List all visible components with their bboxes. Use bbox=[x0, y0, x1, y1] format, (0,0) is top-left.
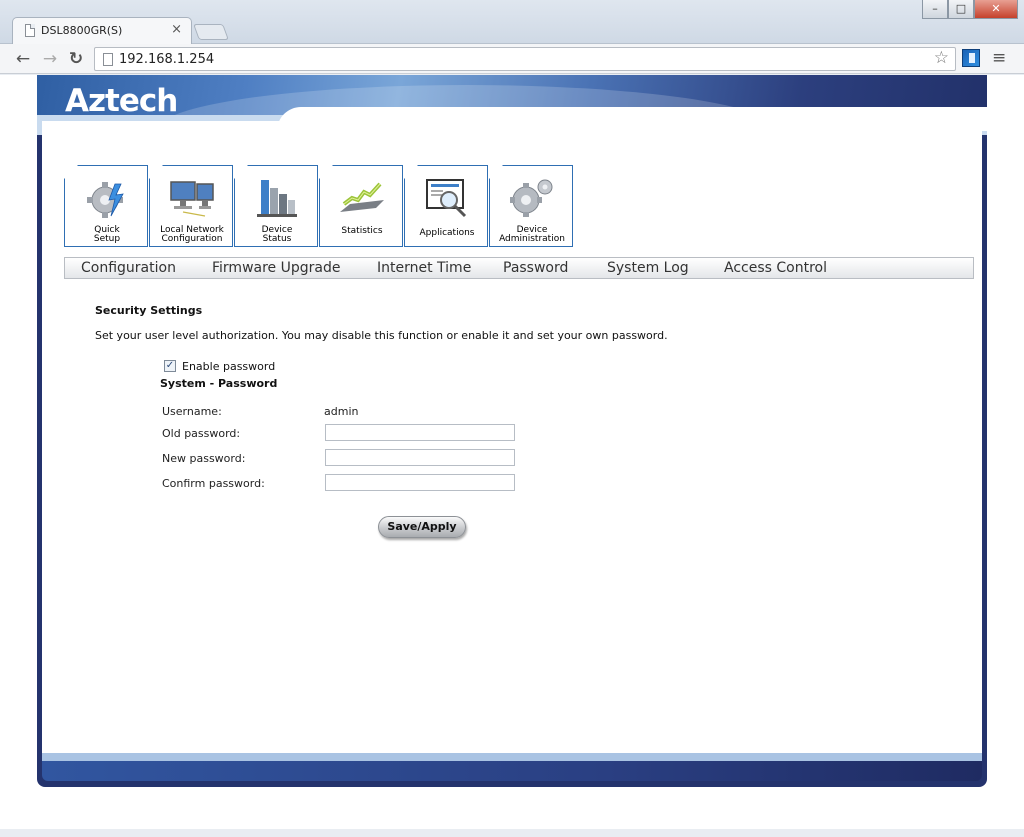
magnifier-screen-icon bbox=[426, 179, 467, 218]
close-window-button[interactable]: ✕ bbox=[974, 0, 1018, 19]
submenu-configuration[interactable]: Configuration bbox=[81, 260, 176, 276]
save-apply-button[interactable]: Save/Apply bbox=[378, 516, 466, 538]
sub-menu-bar: Configuration Firmware Upgrade Internet … bbox=[64, 257, 974, 279]
close-tab-icon[interactable]: × bbox=[171, 22, 182, 37]
browser-menu-icon[interactable]: ≡ bbox=[992, 48, 1006, 68]
enable-password-label: Enable password bbox=[182, 360, 276, 373]
browser-toolbar: ← → ↻ 192.168.1.254 ☆ ≡ bbox=[0, 44, 1024, 74]
forward-arrow-icon[interactable]: → bbox=[39, 48, 61, 70]
page-viewport: Aztech Quick Setup Local Network Configu… bbox=[0, 75, 1024, 829]
gear-lightning-icon bbox=[87, 182, 124, 218]
tile-label: Quick Setup bbox=[93, 225, 121, 244]
gears-icon bbox=[510, 179, 553, 217]
new-password-label: New password: bbox=[162, 452, 246, 465]
menu-tile-statistics[interactable]: Statistics bbox=[319, 165, 403, 247]
username-label: Username: bbox=[162, 405, 222, 418]
submenu-password[interactable]: Password bbox=[503, 260, 568, 276]
browser-titlebar: DSL8800GR(S) × – □ ✕ bbox=[0, 0, 1024, 44]
back-arrow-icon[interactable]: ← bbox=[12, 48, 34, 70]
tile-label: Applications bbox=[419, 228, 475, 238]
confirm-password-input[interactable] bbox=[325, 474, 515, 491]
submenu-system-log[interactable]: System Log bbox=[607, 260, 689, 276]
submenu-access-control[interactable]: Access Control bbox=[724, 260, 827, 276]
minimize-button[interactable]: – bbox=[922, 0, 948, 19]
aztech-logo: Aztech bbox=[65, 83, 178, 119]
confirm-password-label: Confirm password: bbox=[162, 477, 265, 490]
menu-tile-applications[interactable]: Applications bbox=[404, 165, 488, 247]
menu-tile-device-administration[interactable]: Device Administration bbox=[489, 165, 573, 247]
page-icon bbox=[25, 24, 35, 37]
old-password-label: Old password: bbox=[162, 427, 241, 440]
system-password-title: System - Password bbox=[160, 377, 278, 390]
browser-tab[interactable]: DSL8800GR(S) × bbox=[12, 17, 192, 44]
tile-label: Statistics bbox=[341, 226, 383, 236]
section-title: Security Settings bbox=[95, 304, 203, 317]
bookmark-star-icon[interactable]: ☆ bbox=[934, 48, 949, 68]
menu-tile-local-network[interactable]: Local Network Configuration bbox=[149, 165, 233, 247]
maximize-button[interactable]: □ bbox=[948, 0, 974, 19]
extension-icon[interactable] bbox=[962, 49, 980, 67]
new-tab-button[interactable] bbox=[193, 24, 229, 40]
footer-band bbox=[42, 761, 982, 781]
tile-label: Device Administration bbox=[499, 225, 565, 244]
submenu-internet-time[interactable]: Internet Time bbox=[377, 260, 471, 276]
new-password-input[interactable] bbox=[325, 449, 515, 466]
content-area: QuickSetup Local NetworkConfiguration bbox=[42, 121, 982, 753]
menu-tile-quick-setup[interactable]: Quick Setup bbox=[64, 165, 148, 247]
tile-label: Local Network Configuration bbox=[160, 225, 224, 244]
window-controls: – □ ✕ bbox=[922, 0, 1018, 19]
tile-label: Device Status bbox=[261, 225, 293, 244]
router-frame: Aztech Quick Setup Local Network Configu… bbox=[37, 75, 997, 787]
page-icon bbox=[103, 53, 113, 66]
submenu-firmware-upgrade[interactable]: Firmware Upgrade bbox=[212, 260, 340, 276]
old-password-input[interactable] bbox=[325, 424, 515, 441]
window-bottom-edge bbox=[0, 829, 1024, 837]
buildings-chart-icon bbox=[257, 180, 297, 217]
address-bar[interactable]: 192.168.1.254 ☆ bbox=[94, 47, 956, 71]
username-value: admin bbox=[324, 405, 359, 418]
monitors-icon bbox=[170, 181, 214, 217]
menu-tile-device-status[interactable]: Device Status bbox=[234, 165, 318, 247]
section-description: Set your user level authorization. You m… bbox=[95, 329, 668, 342]
reload-icon[interactable]: ↻ bbox=[65, 48, 87, 70]
footer-light-band bbox=[42, 753, 982, 761]
tab-title: DSL8800GR(S) bbox=[41, 24, 123, 37]
url-text[interactable]: 192.168.1.254 bbox=[119, 52, 214, 67]
enable-password-checkbox[interactable]: ✓ bbox=[164, 360, 176, 372]
statistics-graph-icon bbox=[340, 182, 384, 212]
